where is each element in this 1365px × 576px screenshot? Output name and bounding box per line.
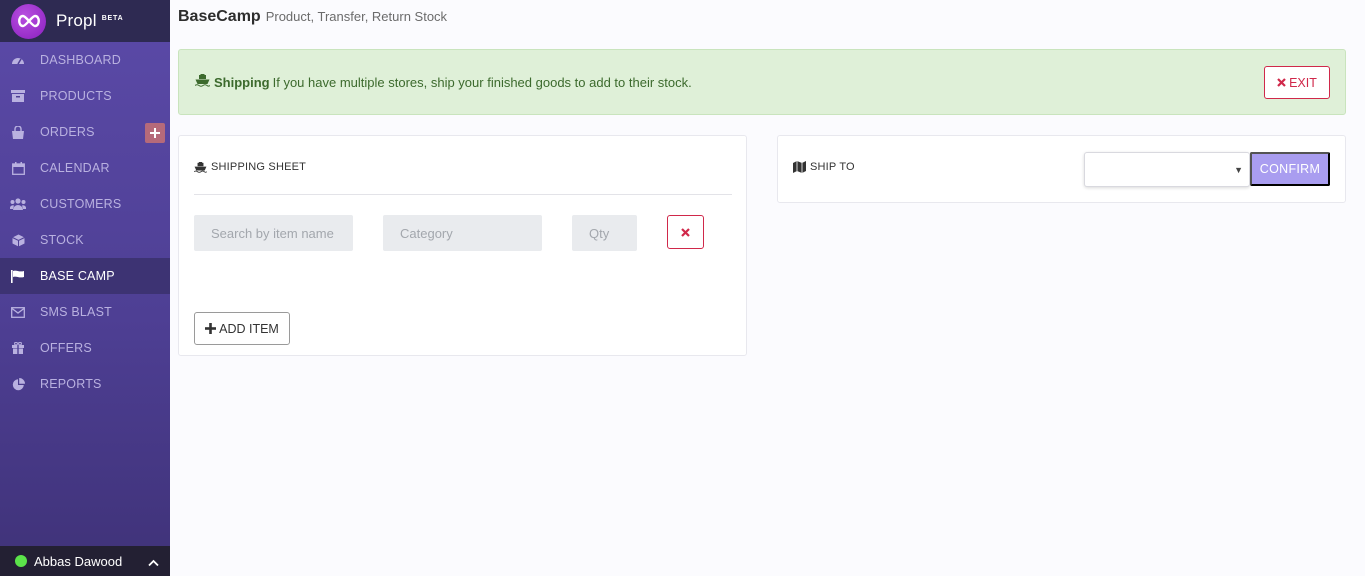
- gift-icon: [10, 341, 26, 355]
- ship-to-title: SHIP TO: [810, 161, 855, 173]
- page-title: BaseCamp: [178, 8, 261, 25]
- shipping-sheet-heading: SHIPPING SHEET: [194, 161, 306, 173]
- brand-name: Propl: [56, 11, 97, 30]
- category-input[interactable]: [383, 215, 542, 251]
- sidebar: Propl BETA DASHBOARD PRODUCTS ORDERS CAL…: [0, 0, 170, 576]
- store-select[interactable]: ▼: [1084, 152, 1250, 187]
- calendar-icon: [10, 161, 26, 175]
- sidebar-item-label: ORDERS: [40, 125, 95, 139]
- ship-icon: [194, 161, 207, 173]
- user-name: Abbas Dawood: [34, 553, 123, 569]
- remove-item-button[interactable]: [667, 215, 704, 249]
- exit-button-label: EXIT: [1289, 75, 1317, 90]
- sidebar-item-label: PRODUCTS: [40, 89, 112, 103]
- sidebar-item-products[interactable]: PRODUCTS: [0, 78, 170, 114]
- sidebar-item-label: BASE CAMP: [40, 269, 115, 283]
- caret-down-icon: ▼: [1234, 165, 1243, 175]
- sidebar-item-label: REPORTS: [40, 377, 102, 391]
- page-header: BaseCamp Product, Transfer, Return Stock: [178, 8, 447, 26]
- plus-icon: [150, 128, 160, 138]
- sidebar-item-sms-blast[interactable]: SMS BLAST: [0, 294, 170, 330]
- shopping-bag-icon: [10, 125, 26, 139]
- add-item-label: ADD ITEM: [219, 321, 279, 336]
- chevron-up-icon[interactable]: [148, 555, 159, 570]
- add-item-button[interactable]: ADD ITEM: [194, 312, 290, 345]
- close-icon: [1277, 78, 1286, 87]
- item-name-search-input[interactable]: [194, 215, 353, 251]
- sidebar-item-base-camp[interactable]: BASE CAMP: [0, 258, 170, 294]
- ship-to-panel: SHIP TO ▼ CONFIRM: [777, 135, 1346, 203]
- alert-title: Shipping: [214, 74, 270, 90]
- divider: [194, 194, 732, 195]
- brand[interactable]: Propl BETA: [0, 0, 170, 42]
- shipping-sheet-title: SHIPPING SHEET: [211, 161, 307, 173]
- ship-to-heading: SHIP TO: [793, 161, 855, 173]
- flag-icon: [10, 269, 26, 283]
- confirm-button-label: CONFIRM: [1259, 162, 1321, 176]
- envelope-icon: [10, 305, 26, 319]
- plus-icon: [205, 323, 217, 334]
- online-status-indicator: [15, 555, 27, 567]
- quantity-input[interactable]: [572, 215, 637, 251]
- sidebar-item-offers[interactable]: OFFERS: [0, 330, 170, 366]
- sidebar-nav: DASHBOARD PRODUCTS ORDERS CALENDAR CUSTO…: [0, 42, 170, 402]
- map-icon: [793, 161, 806, 173]
- close-icon: [681, 227, 690, 237]
- cube-icon: [10, 233, 26, 247]
- add-order-button[interactable]: [145, 123, 165, 143]
- sidebar-item-label: OFFERS: [40, 341, 92, 355]
- shipping-sheet-panel: SHIPPING SHEET ADD ITEM: [178, 135, 747, 356]
- archive-icon: [10, 89, 26, 103]
- propl-logo-icon: [11, 3, 46, 39]
- sidebar-item-label: CUSTOMERS: [40, 197, 122, 211]
- sidebar-item-customers[interactable]: CUSTOMERS: [0, 186, 170, 222]
- sidebar-item-calendar[interactable]: CALENDAR: [0, 150, 170, 186]
- confirm-button[interactable]: CONFIRM: [1250, 152, 1330, 186]
- pie-chart-icon: [10, 377, 26, 391]
- dashboard-icon: [10, 53, 26, 67]
- page-subtitle: Product, Transfer, Return Stock: [265, 9, 448, 24]
- shipping-alert: Shipping If you have multiple stores, sh…: [178, 49, 1346, 115]
- user-menu[interactable]: Abbas Dawood: [0, 546, 170, 576]
- sidebar-item-dashboard[interactable]: DASHBOARD: [0, 42, 170, 78]
- sidebar-item-orders[interactable]: ORDERS: [0, 114, 170, 150]
- sidebar-item-label: STOCK: [40, 233, 84, 247]
- sidebar-item-reports[interactable]: REPORTS: [0, 366, 170, 402]
- users-icon: [10, 197, 26, 211]
- sidebar-item-label: SMS BLAST: [40, 305, 112, 319]
- alert-message: If you have multiple stores, ship your f…: [272, 74, 692, 90]
- sidebar-item-label: CALENDAR: [40, 161, 110, 175]
- sidebar-item-label: DASHBOARD: [40, 53, 121, 67]
- beta-badge: BETA: [101, 14, 124, 22]
- sidebar-item-stock[interactable]: STOCK: [0, 222, 170, 258]
- exit-button[interactable]: EXIT: [1264, 66, 1330, 99]
- ship-icon: [194, 74, 211, 90]
